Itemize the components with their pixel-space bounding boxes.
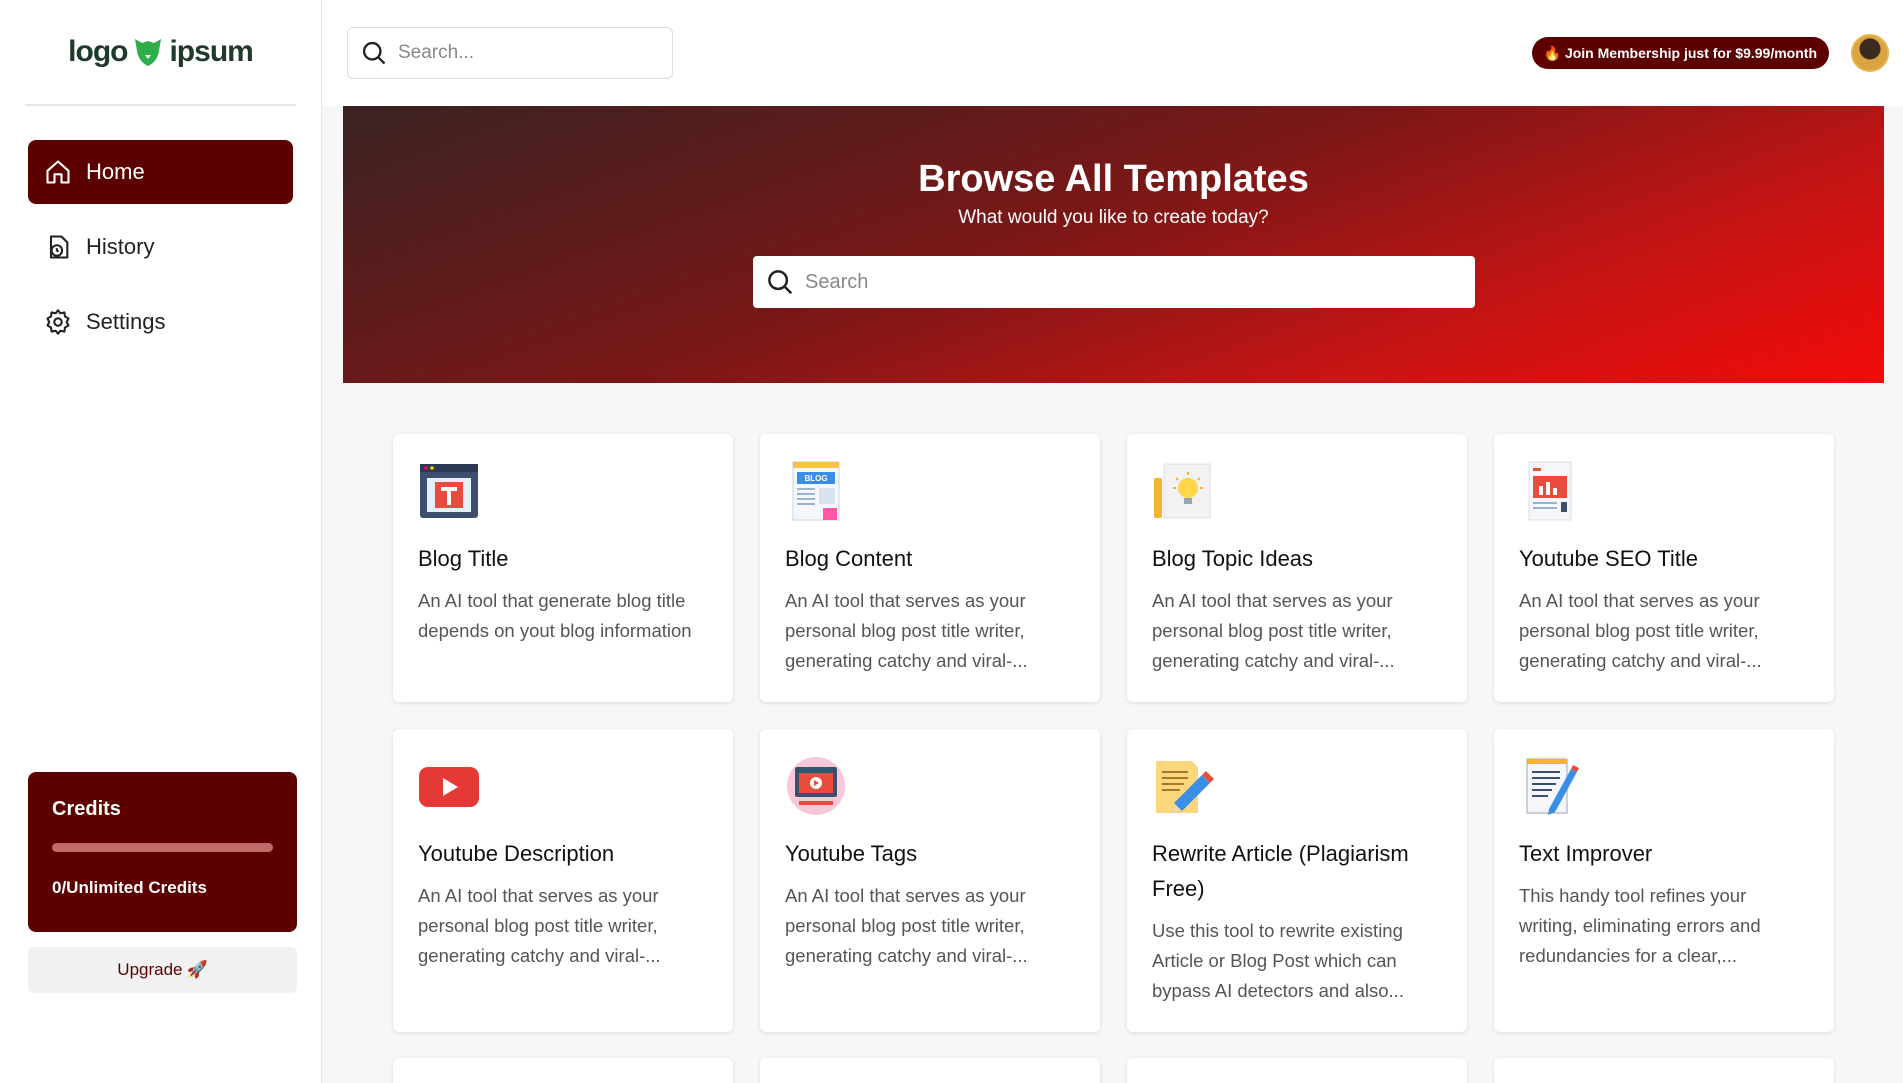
history-icon [49, 235, 69, 259]
youtube-tags-icon [787, 757, 845, 815]
card-description: An AI tool that serves as your personal … [418, 885, 661, 966]
template-card-partial[interactable] [760, 1058, 1100, 1083]
template-card-youtube-description[interactable]: Youtube Description An AI tool that serv… [393, 729, 733, 1032]
template-card-partial[interactable] [393, 1058, 733, 1083]
sidebar-item-home[interactable]: Home [28, 140, 293, 204]
card-title: Blog Topic Ideas [1152, 546, 1314, 571]
sidebar-nav: Home History Settings [0, 140, 321, 354]
card-title: Blog Content [785, 546, 913, 571]
template-card-blog-content[interactable]: BLOG Blog Content An AI tool that serves… [760, 434, 1100, 702]
membership-button[interactable]: 🔥 Join Membership just for $9.99/month [1531, 37, 1829, 69]
logo-area: logo ipsum [25, 0, 296, 106]
sidebar-item-settings[interactable]: Settings [28, 290, 293, 354]
avatar[interactable] [1851, 34, 1889, 72]
blog-title-icon [420, 464, 478, 518]
youtube-play-icon [419, 767, 479, 807]
rewrite-icon [1156, 761, 1214, 813]
logo-text-left: logo [68, 35, 128, 68]
credits-count: 0/Unlimited Credits [52, 878, 207, 897]
header-search[interactable] [347, 27, 673, 79]
home-icon [46, 160, 70, 184]
card-title: Youtube SEO Title [1519, 546, 1698, 571]
sidebar: logo ipsum Home History Settings Credits… [0, 0, 322, 1083]
card-description: An AI tool that serves as your personal … [785, 885, 1028, 966]
templates-banner: Browse All Templates What would you like… [343, 106, 1884, 383]
rocket-icon: 🚀 [186, 960, 208, 979]
blog-content-icon: BLOG [792, 461, 840, 521]
template-card-text-improver[interactable]: Text Improver This handy tool refines yo… [1494, 729, 1834, 1032]
credits-title: Credits [52, 798, 121, 820]
sidebar-item-label: Home [86, 159, 145, 184]
youtube-seo-icon [1528, 461, 1572, 521]
template-card-blog-title[interactable]: Blog Title An AI tool that generate blog… [393, 434, 733, 702]
card-title: Rewrite Article (Plagiarism Free) [1152, 841, 1409, 901]
template-card-partial[interactable] [1127, 1058, 1467, 1083]
card-description: An AI tool that serves as your personal … [785, 590, 1028, 671]
fire-icon: 🔥 [1543, 44, 1561, 61]
credits-card: Credits 0/Unlimited Credits [28, 772, 297, 932]
upgrade-label: Upgrade [117, 960, 183, 979]
card-title: Youtube Description [418, 841, 615, 866]
card-description: An AI tool that serves as your personal … [1519, 590, 1762, 671]
search-input[interactable] [398, 42, 658, 64]
card-title: Youtube Tags [785, 841, 918, 866]
card-title: Text Improver [1519, 841, 1653, 866]
template-search[interactable] [753, 256, 1475, 308]
search-icon [362, 41, 386, 65]
logo-text-right: ipsum [169, 35, 253, 68]
card-description: This handy tool refines your writing, el… [1519, 885, 1761, 966]
template-card-blog-topic-ideas[interactable]: Blog Topic Ideas An AI tool that serves … [1127, 434, 1467, 702]
template-card-partial[interactable] [1494, 1058, 1834, 1083]
template-search-input[interactable] [805, 270, 1445, 294]
sidebar-item-history[interactable]: History [28, 215, 293, 279]
membership-label: Join Membership just for $9.99/month [1564, 45, 1817, 61]
sidebar-item-label: Settings [86, 309, 166, 334]
credits-progress-fill [52, 843, 273, 852]
page-subtitle: What would you like to create today? [958, 207, 1269, 228]
credits-progress-bar [52, 843, 273, 852]
search-icon [768, 270, 793, 295]
page-title: Browse All Templates [918, 158, 1309, 200]
card-description: An AI tool that generate blog title depe… [418, 590, 692, 641]
card-title: Blog Title [418, 546, 509, 571]
settings-icon [46, 309, 70, 335]
svg-text:BLOG: BLOG [804, 474, 827, 483]
templates-grid-next-row [393, 1058, 1834, 1083]
blog-topic-icon [1154, 463, 1211, 519]
card-description: An AI tool that serves as your personal … [1152, 590, 1395, 671]
text-improver-icon [1526, 758, 1579, 815]
template-card-youtube-tags[interactable]: Youtube Tags An AI tool that serves as y… [760, 729, 1100, 1032]
upgrade-button[interactable]: Upgrade 🚀 [28, 947, 297, 993]
template-card-youtube-seo-title[interactable]: Youtube SEO Title An AI tool that serves… [1494, 434, 1834, 702]
logo-mark-icon [135, 39, 162, 66]
top-header: 🔥 Join Membership just for $9.99/month [322, 0, 1903, 106]
logo[interactable]: logo ipsum [68, 35, 254, 69]
template-card-rewrite-article[interactable]: Rewrite Article (Plagiarism Free) Use th… [1127, 729, 1467, 1032]
sidebar-item-label: History [86, 234, 155, 259]
card-description: Use this tool to rewrite existing Articl… [1152, 920, 1404, 1001]
templates-grid: Blog Title An AI tool that generate blog… [393, 434, 1834, 1032]
